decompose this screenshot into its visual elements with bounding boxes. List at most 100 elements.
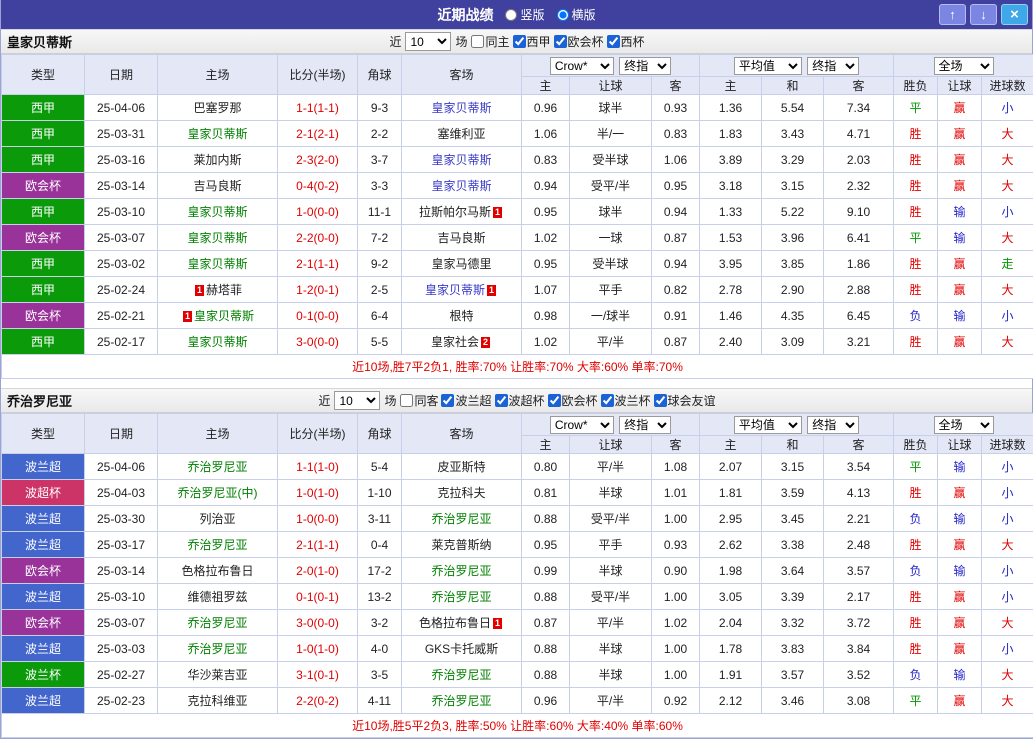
away-team[interactable]: 乔治罗尼亚 bbox=[402, 506, 522, 532]
home-team-name[interactable]: 乔治罗尼亚 bbox=[187, 642, 247, 656]
home-team[interactable]: 皇家贝蒂斯 bbox=[158, 251, 278, 277]
league-filter-polish-cup[interactable]: 波兰杯 bbox=[601, 392, 651, 409]
home-team[interactable]: 皇家贝蒂斯 bbox=[158, 329, 278, 355]
average-select[interactable]: 平均值 bbox=[734, 416, 802, 434]
away-team-name[interactable]: 皇家贝蒂斯 bbox=[425, 283, 485, 297]
league-badge: 欧会杯 bbox=[2, 303, 85, 329]
league-filter-copa[interactable]: 西杯 bbox=[607, 33, 645, 50]
league-filter-uecl-input[interactable] bbox=[548, 394, 561, 407]
odds-company-select[interactable]: Crow* bbox=[550, 57, 614, 75]
away-team-name[interactable]: 乔治罗尼亚 bbox=[431, 668, 491, 682]
home-team-name[interactable]: 皇家贝蒂斯 bbox=[187, 231, 247, 245]
avg-home: 2.07 bbox=[700, 454, 762, 480]
league-filter-supercup-input[interactable] bbox=[495, 394, 508, 407]
away-team-name[interactable]: 皇家贝蒂斯 bbox=[431, 179, 491, 193]
odds-time-select[interactable]: 终指 bbox=[619, 416, 671, 434]
home-team[interactable]: 皇家贝蒂斯 bbox=[158, 225, 278, 251]
away-team[interactable]: 皇家贝蒂斯 bbox=[402, 95, 522, 121]
layout-horizontal-radio-input[interactable] bbox=[557, 9, 569, 21]
odds-home-header: 主 bbox=[522, 436, 570, 454]
odds-away: 0.93 bbox=[652, 95, 700, 121]
league-filter-supercup[interactable]: 波超杯 bbox=[495, 392, 545, 409]
corners: 4-0 bbox=[358, 636, 402, 662]
away-team-name[interactable]: 乔治罗尼亚 bbox=[431, 564, 491, 578]
league-filter-ekstraklasa-input[interactable] bbox=[441, 394, 454, 407]
average-time-select[interactable]: 终指 bbox=[807, 416, 859, 434]
league-filter-uecl[interactable]: 欧会杯 bbox=[554, 33, 604, 50]
away-team[interactable]: 皇家贝蒂斯 bbox=[402, 147, 522, 173]
home-team[interactable]: 皇家贝蒂斯 bbox=[158, 199, 278, 225]
match-count-select[interactable]: 10 bbox=[334, 391, 380, 410]
away-team-name[interactable]: 乔治罗尼亚 bbox=[431, 590, 491, 604]
home-team-name[interactable]: 乔治罗尼亚 bbox=[187, 460, 247, 474]
home-team[interactable]: 乔治罗尼亚 bbox=[158, 454, 278, 480]
layout-vertical-radio-input[interactable] bbox=[505, 9, 517, 21]
home-team[interactable]: 乔治罗尼亚 bbox=[158, 610, 278, 636]
away-team[interactable]: 皇家贝蒂斯1 bbox=[402, 277, 522, 303]
home-team[interactable]: 乔治罗尼亚 bbox=[158, 532, 278, 558]
away-team-name[interactable]: 乔治罗尼亚 bbox=[431, 512, 491, 526]
home-team[interactable]: 皇家贝蒂斯 bbox=[158, 121, 278, 147]
layout-vertical-radio[interactable]: 竖版 bbox=[505, 6, 544, 23]
away-team[interactable]: 乔治罗尼亚 bbox=[402, 584, 522, 610]
same-venue-checkbox-input[interactable] bbox=[471, 35, 484, 48]
match-date: 25-03-10 bbox=[85, 199, 158, 225]
away-team[interactable]: 乔治罗尼亚 bbox=[402, 688, 522, 714]
league-filter-uecl-input[interactable] bbox=[554, 35, 567, 48]
home-team-name[interactable]: 皇家贝蒂斯 bbox=[187, 335, 247, 349]
match-count-select[interactable]: 10 bbox=[405, 32, 451, 51]
league-filter-friendly[interactable]: 球会友谊 bbox=[654, 392, 716, 409]
odds-away: 0.94 bbox=[652, 251, 700, 277]
goals-outcome: 大 bbox=[982, 329, 1033, 355]
move-up-button[interactable]: ↑ bbox=[939, 4, 966, 25]
away-team[interactable]: 乔治罗尼亚 bbox=[402, 558, 522, 584]
odds-home: 0.95 bbox=[522, 251, 570, 277]
avg-draw: 3.38 bbox=[762, 532, 824, 558]
results-table-body: 波兰超25-04-06乔治罗尼亚1-1(1-0)5-4皮亚斯特0.80平/半1.… bbox=[2, 454, 1033, 714]
home-team-name[interactable]: 皇家贝蒂斯 bbox=[187, 205, 247, 219]
league-filter-laliga[interactable]: 西甲 bbox=[513, 33, 551, 50]
away-team-name[interactable]: 皇家贝蒂斯 bbox=[431, 153, 491, 167]
away-team-name[interactable]: 乔治罗尼亚 bbox=[431, 694, 491, 708]
red-card-badge: 1 bbox=[487, 285, 496, 296]
match-row: 波兰超25-04-06乔治罗尼亚1-1(1-0)5-4皮亚斯特0.80平/半1.… bbox=[2, 454, 1033, 480]
layout-horizontal-radio[interactable]: 横版 bbox=[557, 6, 596, 23]
home-team-name[interactable]: 乔治罗尼亚(中) bbox=[178, 486, 258, 500]
odds-time-select[interactable]: 终指 bbox=[619, 57, 671, 75]
away-team[interactable]: 皇家贝蒂斯 bbox=[402, 173, 522, 199]
score: 2-1(1-1) bbox=[278, 251, 358, 277]
handicap-outcome: 输 bbox=[938, 199, 982, 225]
league-filter-laliga-input[interactable] bbox=[513, 35, 526, 48]
home-team-name[interactable]: 乔治罗尼亚 bbox=[187, 538, 247, 552]
move-down-button[interactable]: ↓ bbox=[970, 4, 997, 25]
league-filter-polish-cup-input[interactable] bbox=[601, 394, 614, 407]
home-team[interactable]: 1皇家贝蒂斯 bbox=[158, 303, 278, 329]
away-team-name[interactable]: 皇家贝蒂斯 bbox=[431, 101, 491, 115]
league-filter-friendly-input[interactable] bbox=[654, 394, 667, 407]
score: 3-0(0-0) bbox=[278, 329, 358, 355]
same-venue-checkbox-input[interactable] bbox=[400, 394, 413, 407]
league-filter-uecl[interactable]: 欧会杯 bbox=[548, 392, 598, 409]
same-venue-checkbox[interactable]: 同客 bbox=[400, 392, 438, 409]
average-select[interactable]: 平均值 bbox=[734, 57, 802, 75]
home-team[interactable]: 乔治罗尼亚 bbox=[158, 636, 278, 662]
home-team[interactable]: 乔治罗尼亚(中) bbox=[158, 480, 278, 506]
scope-select[interactable]: 全场 bbox=[934, 57, 994, 75]
home-team-name[interactable]: 皇家贝蒂斯 bbox=[187, 127, 247, 141]
home-team-name[interactable]: 皇家贝蒂斯 bbox=[194, 309, 254, 323]
same-venue-checkbox[interactable]: 同主 bbox=[471, 33, 509, 50]
goals-outcome: 大 bbox=[982, 277, 1033, 303]
odds-away-header: 客 bbox=[652, 436, 700, 454]
average-time-select[interactable]: 终指 bbox=[807, 57, 859, 75]
home-team-name[interactable]: 乔治罗尼亚 bbox=[187, 616, 247, 630]
away-team: 塞维利亚 bbox=[402, 121, 522, 147]
away-team[interactable]: 乔治罗尼亚 bbox=[402, 662, 522, 688]
scope-select[interactable]: 全场 bbox=[934, 416, 994, 434]
close-button[interactable]: × bbox=[1001, 4, 1028, 25]
odds-home: 0.94 bbox=[522, 173, 570, 199]
odds-company-select[interactable]: Crow* bbox=[550, 416, 614, 434]
home-team-name[interactable]: 皇家贝蒂斯 bbox=[187, 257, 247, 271]
league-filter-copa-input[interactable] bbox=[607, 35, 620, 48]
home-team-name: 赫塔菲 bbox=[206, 283, 242, 297]
league-filter-ekstraklasa[interactable]: 波兰超 bbox=[441, 392, 491, 409]
